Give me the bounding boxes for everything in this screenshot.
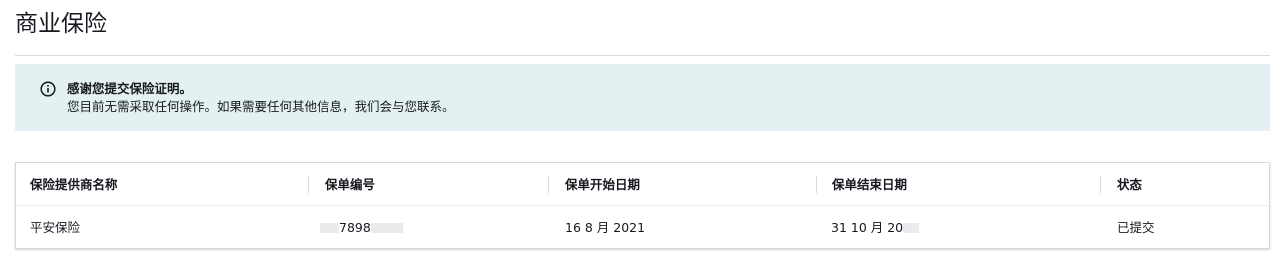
column-header-status[interactable]: 状态: [1117, 176, 1142, 193]
info-icon: [40, 81, 56, 97]
info-alert: 感谢您提交保险证明。 您目前无需采取任何操作。如果需要任何其他信息，我们会与您联…: [15, 64, 1270, 131]
column-resizer[interactable]: [548, 176, 549, 193]
column-header-policy-number[interactable]: 保单编号: [325, 176, 375, 193]
page-title: 商业保险: [15, 11, 107, 37]
alert-message: 您目前无需采取任何操作。如果需要任何其他信息，我们会与您联系。: [67, 99, 455, 114]
commercial-insurance-page: 商业保险 感谢您提交保险证明。 您目前无需采取任何操作。如果需要任何其他信息，我…: [0, 0, 1279, 276]
cell-policy-number: 7898: [320, 219, 403, 236]
column-header-end-date[interactable]: 保单结束日期: [832, 176, 907, 193]
cell-status: 已提交: [1117, 220, 1155, 235]
cell-start-date: 16 8 月 2021: [565, 220, 646, 235]
title-divider: [15, 55, 1270, 56]
header-row-border: [16, 205, 1269, 206]
redacted-block: [370, 222, 403, 233]
column-header-provider[interactable]: 保险提供商名称: [30, 176, 118, 193]
column-resizer[interactable]: [816, 176, 817, 193]
insurance-table: 保险提供商名称 保单编号 保单开始日期 保单结束日期 状态 平安保险 7898 …: [15, 162, 1270, 249]
alert-title: 感谢您提交保险证明。: [67, 81, 193, 96]
column-resizer[interactable]: [308, 176, 309, 193]
cell-provider: 平安保险: [30, 220, 81, 235]
column-resizer[interactable]: [1100, 176, 1101, 193]
redacted-block: [903, 222, 920, 233]
redacted-block: [320, 222, 339, 233]
column-header-start-date[interactable]: 保单开始日期: [565, 176, 640, 193]
cell-end-date: 31 10 月 20: [831, 219, 920, 236]
